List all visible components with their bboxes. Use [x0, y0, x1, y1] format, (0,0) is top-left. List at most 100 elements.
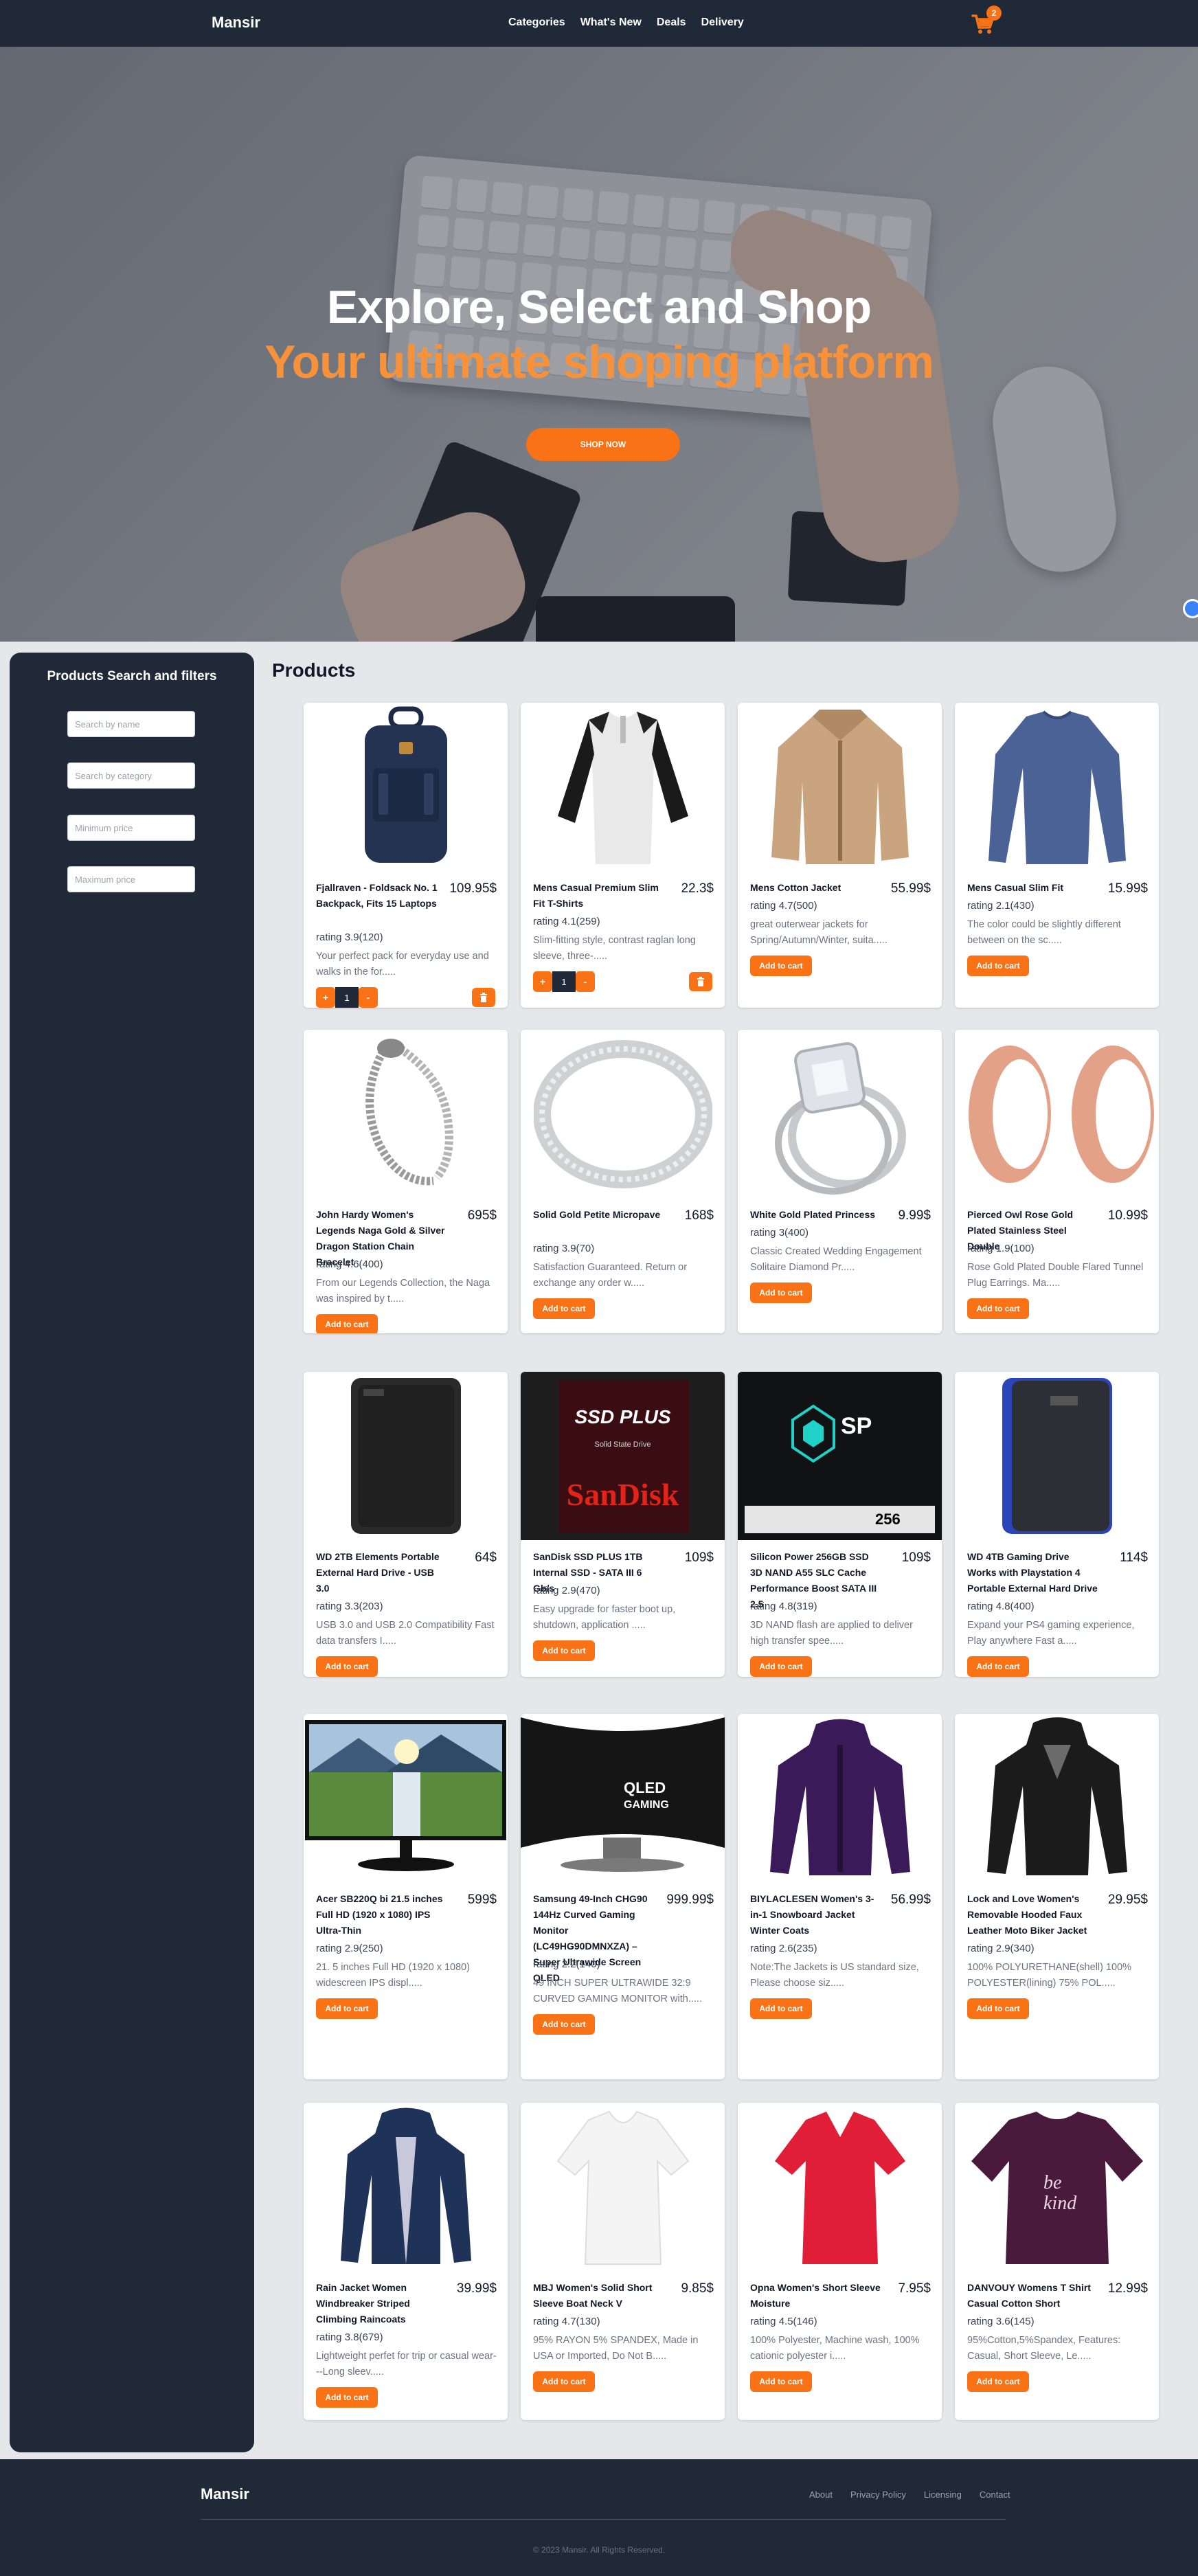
add-to-cart-button[interactable]: Add to cart — [533, 2371, 595, 2392]
copyright-text: © 2023 Mansir. All Rights Reserved. — [532, 2545, 666, 2555]
product-image[interactable] — [304, 1030, 508, 1198]
add-to-cart-button[interactable]: Add to cart — [967, 1656, 1029, 1677]
nav-link-whats-new[interactable]: What's New — [580, 16, 642, 29]
product-image[interactable] — [955, 1372, 1159, 1540]
product-price: 7.95$ — [898, 2281, 931, 2296]
product-price: 109$ — [684, 1550, 714, 1565]
product-name[interactable]: White Gold Plated Princess — [750, 1207, 881, 1223]
product-image[interactable] — [738, 1030, 942, 1198]
remove-from-cart-button[interactable] — [472, 988, 495, 1007]
svg-text:QLED: QLED — [624, 1779, 666, 1796]
add-to-cart-button[interactable]: Add to cart — [750, 1998, 812, 2019]
add-to-cart-button[interactable]: Add to cart — [533, 2014, 595, 2035]
product-image[interactable] — [955, 1030, 1159, 1198]
product-price: 599$ — [467, 1893, 497, 1907]
add-to-cart-button[interactable]: Add to cart — [967, 2371, 1029, 2392]
product-name[interactable]: Opna Women's Short Sleeve Moisture — [750, 2280, 881, 2312]
product-card: SP 256 Silicon Power 256GB SSD 3D NAND A55… — [738, 1372, 942, 1677]
product-image[interactable]: be kind — [955, 2103, 1159, 2271]
search-name-input[interactable]: Search by name — [67, 711, 195, 737]
product-card: Rain Jacket Women Windbreaker Striped Cl… — [304, 2103, 508, 2420]
product-name[interactable]: BIYLACLESEN Women's 3-in-1 Snowboard Jac… — [750, 1891, 881, 1939]
product-name[interactable]: Solid Gold Petite Micropave — [533, 1207, 664, 1223]
product-card: WD 4TB Gaming Drive Works with Playstati… — [955, 1372, 1159, 1677]
nav-link-delivery[interactable]: Delivery — [701, 16, 744, 29]
add-to-cart-button[interactable]: Add to cart — [316, 1656, 378, 1677]
product-name[interactable]: Samsung 49-Inch CHG90 144Hz Curved Gamin… — [533, 1891, 664, 1986]
product-name[interactable]: Rain Jacket Women Windbreaker Striped Cl… — [316, 2280, 447, 2327]
product-name[interactable]: Mens Cotton Jacket — [750, 880, 881, 896]
add-to-cart-button[interactable]: Add to cart — [750, 956, 812, 976]
remove-from-cart-button[interactable] — [689, 972, 712, 991]
product-description: The color could be slightly different be… — [967, 919, 1121, 946]
product-description: 100% POLYURETHANE(shell) 100% POLYESTER(… — [967, 1962, 1132, 1989]
footer-link-contact[interactable]: Contact — [980, 2489, 1010, 2500]
footer-link-about[interactable]: About — [809, 2489, 833, 2500]
product-name[interactable]: Acer SB220Q bi 21.5 inches Full HD (1920… — [316, 1891, 447, 1939]
product-card: Mens Casual Slim Fit 15.99$ rating 2.1(430… — [955, 703, 1159, 1008]
increase-quantity-button[interactable]: + — [316, 987, 335, 1008]
add-to-cart-button[interactable]: Add to cart — [533, 1640, 595, 1661]
shop-now-button[interactable]: SHOP NOW — [526, 428, 680, 461]
product-card: BIYLACLESEN Women's 3-in-1 Snowboard Jac… — [738, 1714, 942, 2079]
add-to-cart-button[interactable]: Add to cart — [316, 1314, 378, 1333]
product-description: great outerwear jackets for Spring/Autum… — [750, 919, 888, 946]
product-image[interactable] — [521, 2103, 725, 2271]
add-to-cart-button[interactable]: Add to cart — [967, 1998, 1029, 2019]
product-description: 95%Cotton,5%Spandex, Features: Casual, S… — [967, 2335, 1121, 2362]
product-name[interactable]: WD 4TB Gaming Drive Works with Playstati… — [967, 1549, 1098, 1596]
footer-link-privacy[interactable]: Privacy Policy — [850, 2489, 906, 2500]
product-name[interactable]: DANVOUY Womens T Shirt Casual Cotton Sho… — [967, 2280, 1098, 2312]
footer-brand[interactable]: Mansir — [201, 2485, 249, 2503]
hero-title: Explore, Select and Shop — [326, 281, 872, 333]
product-price: 12.99$ — [1107, 2281, 1148, 2296]
decrease-quantity-button[interactable]: - — [576, 971, 595, 992]
product-card: be kind DANVOUY Womens T Shirt Casual Cott… — [955, 2103, 1159, 2420]
product-image[interactable] — [304, 703, 508, 871]
product-image[interactable] — [955, 703, 1159, 871]
product-image[interactable]: QLED GAMING — [521, 1714, 725, 1882]
product-card: Fjallraven - Foldsack No. 1 Backpack, Fi… — [304, 703, 508, 1008]
nav-link-categories[interactable]: Categories — [508, 16, 565, 29]
add-to-cart-button[interactable]: Add to cart — [316, 2387, 378, 2408]
add-to-cart-button[interactable]: Add to cart — [750, 2371, 812, 2392]
add-to-cart-button[interactable]: Add to cart — [316, 1998, 378, 2019]
add-to-cart-button[interactable]: Add to cart — [967, 1298, 1029, 1319]
product-image[interactable] — [521, 703, 725, 871]
product-image[interactable] — [738, 1714, 942, 1882]
min-price-input[interactable]: Minimum price — [67, 815, 195, 841]
product-name[interactable]: Mens Casual Premium Slim Fit T-Shirts — [533, 880, 664, 912]
product-name[interactable]: Fjallraven - Foldsack No. 1 Backpack, Fi… — [316, 880, 447, 912]
product-name[interactable]: Mens Casual Slim Fit — [967, 880, 1098, 896]
quantity-value: 1 — [552, 971, 576, 992]
product-name[interactable]: MBJ Women's Solid Short Sleeve Boat Neck… — [533, 2280, 664, 2312]
search-category-input[interactable]: Search by category — [67, 762, 195, 789]
cart-button[interactable]: 2 — [971, 5, 1002, 37]
nav-link-deals[interactable]: Deals — [657, 16, 686, 29]
add-to-cart-button[interactable]: Add to cart — [967, 956, 1029, 976]
product-image[interactable] — [738, 703, 942, 871]
product-image[interactable] — [304, 1372, 508, 1540]
product-image[interactable]: SP 256 — [738, 1372, 942, 1540]
product-rating: rating 1.9(100) — [967, 1243, 1035, 1254]
svg-text:kind: kind — [1043, 2193, 1077, 2214]
decrease-quantity-button[interactable]: - — [359, 987, 378, 1008]
increase-quantity-button[interactable]: + — [533, 971, 552, 992]
brand-logo[interactable]: Mansir — [212, 14, 260, 32]
footer-link-licensing[interactable]: Licensing — [924, 2489, 962, 2500]
product-image[interactable] — [304, 2103, 508, 2271]
add-to-cart-button[interactable]: Add to cart — [750, 1656, 812, 1677]
nav-links: Categories What's New Deals Delivery — [508, 16, 744, 29]
product-price: 109$ — [901, 1550, 931, 1565]
floating-dot-icon[interactable] — [1183, 599, 1198, 618]
product-image[interactable]: SSD PLUS Solid State Drive SanDisk — [521, 1372, 725, 1540]
product-image[interactable] — [738, 2103, 942, 2271]
product-image[interactable] — [955, 1714, 1159, 1882]
product-image[interactable] — [521, 1030, 725, 1198]
add-to-cart-button[interactable]: Add to cart — [750, 1283, 812, 1303]
product-name[interactable]: Lock and Love Women's Removable Hooded F… — [967, 1891, 1098, 1939]
max-price-input[interactable]: Maximum price — [67, 866, 195, 892]
add-to-cart-button[interactable]: Add to cart — [533, 1298, 595, 1319]
product-name[interactable]: WD 2TB Elements Portable External Hard D… — [316, 1549, 447, 1596]
product-image[interactable] — [304, 1714, 508, 1882]
